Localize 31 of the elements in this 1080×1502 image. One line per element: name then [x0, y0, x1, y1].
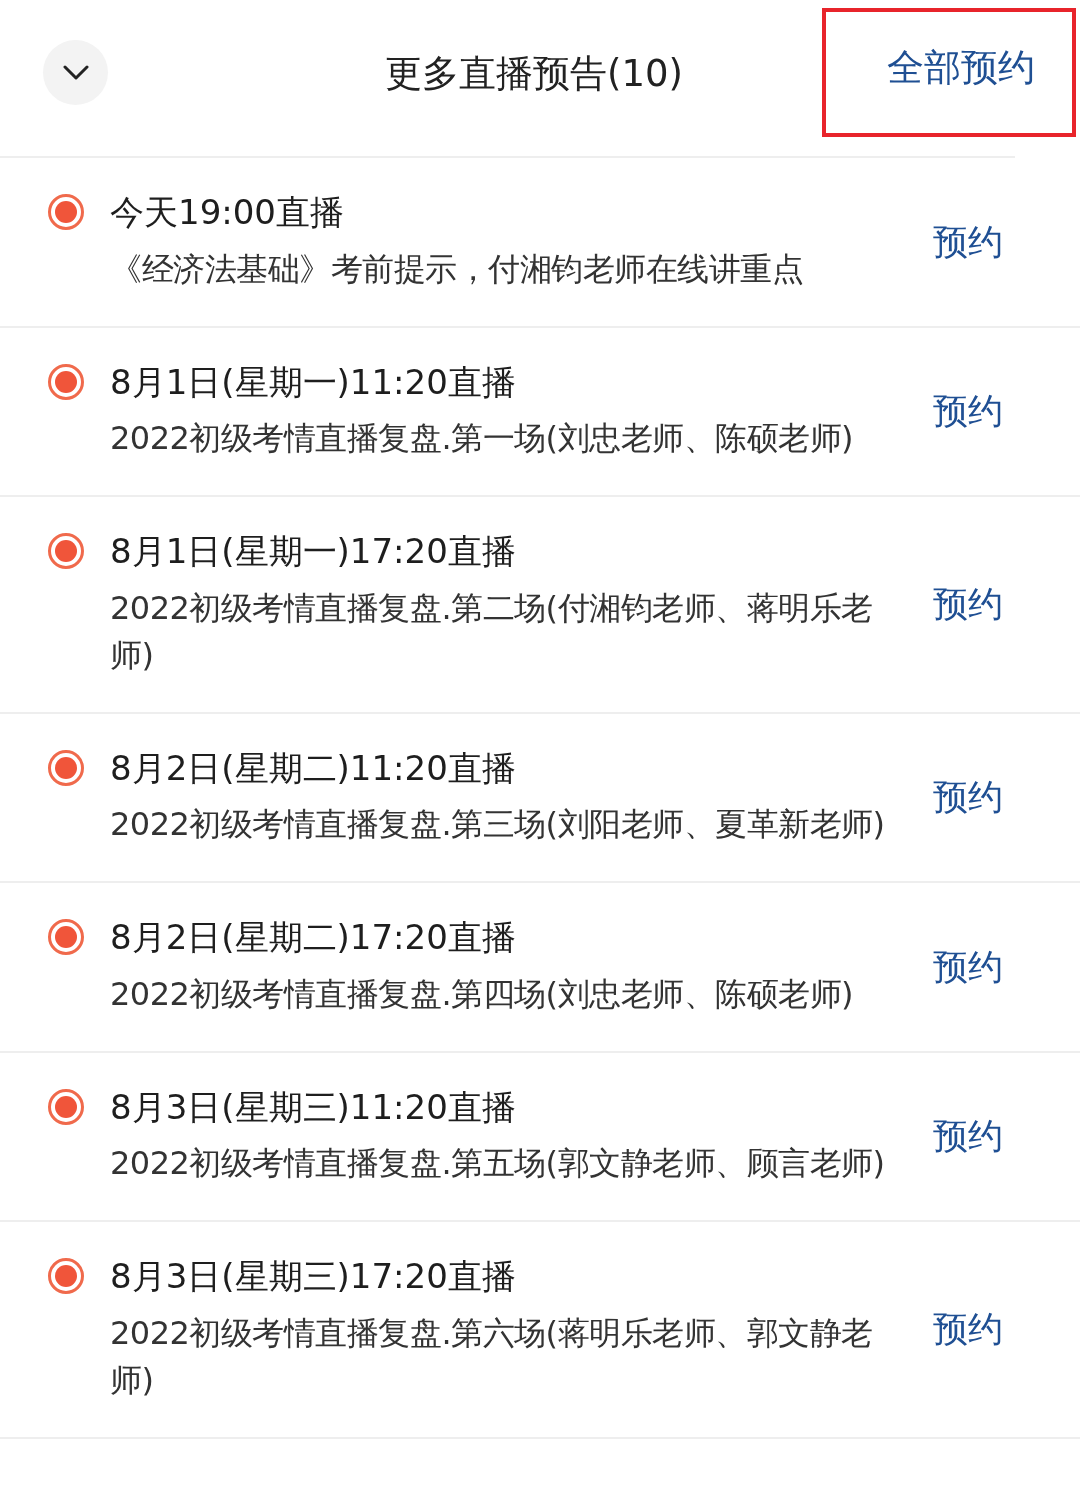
schedule-time: 8月3日(星期三)17:20直播	[110, 1255, 517, 1298]
live-dot-icon	[47, 193, 85, 231]
live-dot-icon	[47, 362, 85, 401]
live-dot-icon	[47, 1257, 85, 1295]
session-description: 2022初级考情直播复盘.第一场(刘忠老师、陈硕老师)	[110, 418, 855, 459]
book-button[interactable]: 预约	[933, 1110, 1003, 1163]
live-dot-icon	[47, 532, 85, 570]
book-button[interactable]: 预约	[933, 771, 1003, 824]
session-description: 2022初级考情直播复盘.第四场(刘忠老师、陈硕老师)	[110, 973, 855, 1015]
book-button[interactable]: 预约	[933, 940, 1003, 993]
session-description: 2022初级考情直播复盘.第二场(付湘钧老师、蒋明乐老师)	[110, 587, 874, 676]
book-button[interactable]: 预约	[933, 578, 1003, 631]
book-all-link[interactable]: 全部预约	[887, 46, 1035, 91]
schedule-time: 今天19:00直播	[110, 191, 345, 234]
schedule-time: 8月2日(星期二)17:20直播	[110, 916, 517, 959]
live-dot-icon	[47, 918, 85, 956]
book-button[interactable]: 预约	[933, 1303, 1003, 1356]
panel-title: 更多直播预告(10)	[385, 51, 683, 97]
schedule-time: 8月3日(星期三)11:20直播	[110, 1085, 517, 1128]
schedule-time: 8月1日(星期一)17:20直播	[110, 530, 517, 573]
session-description: 2022初级考情直播复盘.第六场(蒋明乐老师、郭文静老师)	[110, 1312, 874, 1401]
session-description: 2022初级考情直播复盘.第三场(刘阳老师、夏革新老师)	[110, 804, 886, 845]
book-button[interactable]: 预约	[933, 385, 1003, 438]
session-description: 2022初级考情直播复盘.第五场(郭文静老师、顾言老师)	[110, 1143, 886, 1184]
chevron-down-icon	[62, 64, 89, 81]
session-description: 《经济法基础》考前提示，付湘钧老师在线讲重点	[110, 248, 804, 290]
schedule-time: 8月1日(星期一)11:20直播	[110, 360, 517, 403]
live-dot-icon	[47, 1087, 85, 1126]
live-dot-icon	[47, 748, 85, 787]
book-button[interactable]: 预约	[933, 215, 1003, 268]
schedule-time: 8月2日(星期二)11:20直播	[110, 746, 517, 789]
